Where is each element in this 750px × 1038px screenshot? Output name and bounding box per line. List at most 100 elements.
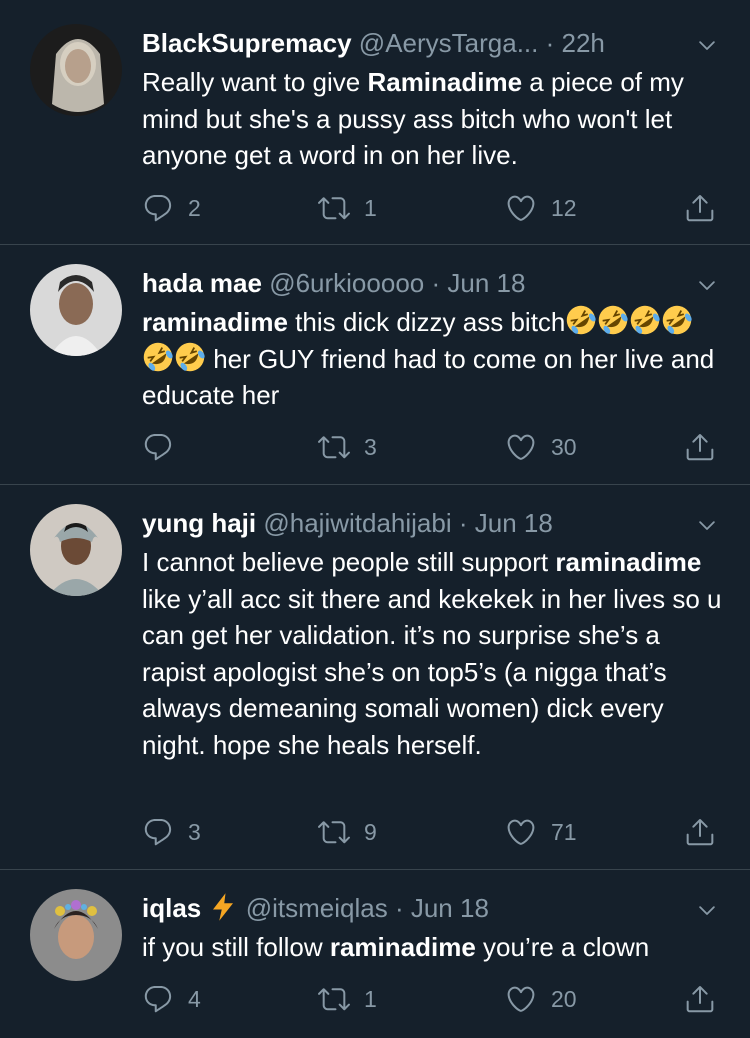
display-name[interactable]: iqlas (142, 893, 201, 923)
retweet-button[interactable]: 1 (318, 191, 377, 225)
avatar-image (30, 264, 122, 356)
avatar[interactable] (30, 504, 122, 596)
share-icon (684, 983, 716, 1015)
display-name[interactable]: BlackSupremacy (142, 28, 352, 58)
chevron-down-icon[interactable] (696, 274, 718, 296)
share-icon (684, 192, 716, 224)
retweet-count: 9 (364, 818, 377, 845)
reply-count: 4 (188, 985, 201, 1012)
share-icon (684, 816, 716, 848)
reply-button[interactable]: 2 (142, 191, 201, 225)
like-count: 12 (551, 194, 577, 221)
rolling-on-floor-laughing-emoji (142, 341, 174, 373)
like-button[interactable]: 12 (505, 191, 577, 225)
tweet-header: yung haji @hajiwitdahijabi · Jun 18 (142, 506, 710, 540)
like-count: 30 (551, 433, 577, 460)
separator-dot: · (394, 893, 404, 923)
tweet-text-part: I cannot believe people still support (142, 547, 556, 577)
separator-dot: · (431, 268, 441, 298)
user-handle[interactable]: @6urkiooooo (269, 268, 424, 298)
timestamp[interactable]: Jun 18 (447, 268, 525, 298)
avatar[interactable] (30, 889, 122, 981)
reply-icon (142, 192, 174, 224)
tweet-text: Really want to give Raminadime a piece o… (142, 64, 722, 174)
avatar[interactable] (30, 24, 122, 116)
display-name[interactable]: yung haji (142, 508, 256, 538)
avatar-image (30, 24, 122, 116)
like-button[interactable]: 71 (505, 815, 577, 849)
mention[interactable]: raminadime (555, 547, 701, 577)
retweet-count: 1 (364, 985, 377, 1012)
like-count: 20 (551, 985, 577, 1012)
share-button[interactable] (684, 815, 716, 849)
retweet-button[interactable]: 3 (318, 430, 377, 464)
tweet-text-part: this dick dizzy ass bitch (287, 307, 566, 337)
tweet-text: if you still follow raminadime you’re a … (142, 929, 722, 966)
retweet-icon (318, 192, 350, 224)
tweet-text-part: like y’all acc sit there and kekekek in … (142, 583, 722, 760)
tweet-header: hada mae @6urkiooooo · Jun 18 (142, 266, 710, 300)
retweet-icon (318, 816, 350, 848)
reply-icon (142, 816, 174, 848)
reply-count: 3 (188, 818, 201, 845)
reply-button[interactable]: 3 (142, 815, 201, 849)
user-handle[interactable]: @itsmeiqlas (246, 893, 388, 923)
chevron-down-icon[interactable] (696, 899, 718, 921)
timestamp[interactable]: Jun 18 (475, 508, 553, 538)
tweet-text-part: you’re a clown (475, 932, 650, 962)
user-handle[interactable]: @AerysTarga... (359, 28, 539, 58)
mention[interactable]: Raminadime (367, 67, 522, 97)
mention[interactable]: raminadime (142, 307, 288, 337)
tweet[interactable]: BlackSupremacy @AerysTarga... · 22h Real… (0, 0, 750, 245)
heart-icon (505, 192, 537, 224)
chevron-down-icon[interactable] (696, 514, 718, 536)
tweet[interactable]: hada mae @6urkiooooo · Jun 18 raminadime… (0, 244, 750, 485)
tweet-header: BlackSupremacy @AerysTarga... · 22h (142, 26, 710, 60)
user-handle[interactable]: @hajiwitdahijabi (263, 508, 451, 538)
share-button[interactable] (684, 191, 716, 225)
avatar-image (30, 504, 122, 596)
heart-icon (505, 816, 537, 848)
separator-dot: · (545, 28, 555, 58)
tweet[interactable]: yung haji @hajiwitdahijabi · Jun 18 I ca… (0, 484, 750, 870)
chevron-down-icon[interactable] (696, 34, 718, 56)
retweet-icon (318, 431, 350, 463)
share-button[interactable] (684, 430, 716, 464)
mention[interactable]: raminadime (330, 932, 476, 962)
rolling-on-floor-laughing-emoji (565, 304, 597, 336)
lightning-bolt-emoji (213, 893, 234, 921)
rolling-on-floor-laughing-emoji (661, 304, 693, 336)
retweet-icon (318, 983, 350, 1015)
retweet-count: 3 (364, 433, 377, 460)
tweet-text-part: Really want to give (142, 67, 368, 97)
heart-icon (505, 431, 537, 463)
tweet-text-part: if you still follow (142, 932, 330, 962)
reply-icon (142, 983, 174, 1015)
like-button[interactable]: 20 (505, 982, 577, 1016)
display-name[interactable]: hada mae (142, 268, 262, 298)
timestamp[interactable]: 22h (562, 28, 605, 58)
like-button[interactable]: 30 (505, 430, 577, 464)
rolling-on-floor-laughing-emoji (629, 304, 661, 336)
reply-icon (142, 431, 174, 463)
reply-button[interactable] (142, 430, 188, 464)
reply-button[interactable]: 4 (142, 982, 201, 1016)
tweet-text-part: her GUY friend had to come on her live a… (142, 343, 715, 411)
tweet[interactable]: iqlas @itsmeiqlas · Jun 18 if you still … (0, 869, 750, 1038)
timestamp[interactable]: Jun 18 (411, 893, 489, 923)
share-button[interactable] (684, 982, 716, 1016)
retweet-button[interactable]: 1 (318, 982, 377, 1016)
like-count: 71 (551, 818, 577, 845)
share-icon (684, 431, 716, 463)
retweet-button[interactable]: 9 (318, 815, 377, 849)
avatar[interactable] (30, 264, 122, 356)
tweet-header: iqlas @itsmeiqlas · Jun 18 (142, 891, 710, 925)
reply-count: 2 (188, 194, 201, 221)
rolling-on-floor-laughing-emoji (597, 304, 629, 336)
tweet-text: I cannot believe people still support ra… (142, 544, 722, 763)
retweet-count: 1 (364, 194, 377, 221)
tweet-text: raminadime this dick dizzy ass bitch her… (142, 304, 722, 414)
rolling-on-floor-laughing-emoji (174, 341, 206, 373)
separator-dot: · (458, 508, 468, 538)
heart-icon (505, 983, 537, 1015)
